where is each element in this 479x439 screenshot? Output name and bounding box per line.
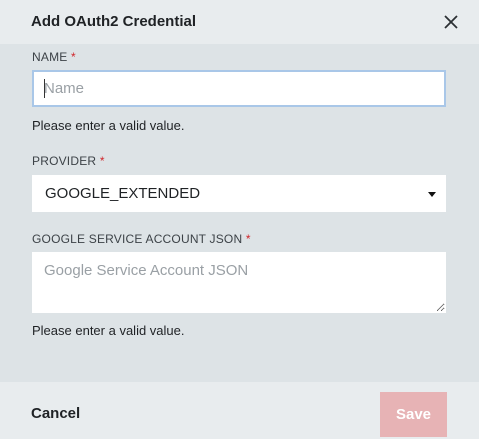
close-icon-glyph — [444, 15, 458, 29]
caret-down-icon — [428, 192, 436, 197]
close-icon[interactable] — [441, 12, 461, 32]
name-label-text: NAME — [32, 50, 68, 64]
dialog-footer: Cancel Save — [0, 382, 479, 439]
add-oauth2-credential-dialog: Add OAuth2 Credential NAME * Please ente… — [0, 0, 479, 439]
dialog-header: Add OAuth2 Credential — [0, 0, 479, 44]
name-required-marker: * — [71, 50, 76, 64]
provider-required-marker: * — [99, 154, 105, 168]
service-account-json-error-text: Please enter a valid value. — [32, 323, 185, 338]
save-button[interactable]: Save — [380, 392, 447, 437]
text-cursor — [44, 79, 45, 98]
provider-selected-value: GOOGLE_EXTENDED — [45, 185, 201, 202]
provider-label-text: PROVIDER — [32, 154, 97, 168]
provider-select[interactable]: GOOGLE_EXTENDED — [32, 175, 446, 212]
cancel-button[interactable]: Cancel — [31, 405, 80, 422]
dialog-title: Add OAuth2 Credential — [31, 13, 197, 30]
name-input[interactable] — [32, 70, 446, 107]
service-account-json-required-marker: * — [245, 232, 251, 246]
service-account-json-textarea[interactable] — [32, 252, 446, 313]
provider-label: PROVIDER * — [32, 154, 105, 168]
service-account-json-label: GOOGLE SERVICE ACCOUNT JSON * — [32, 232, 251, 246]
name-error-text: Please enter a valid value. — [32, 118, 185, 133]
name-label: NAME * — [32, 50, 76, 64]
service-account-json-label-text: GOOGLE SERVICE ACCOUNT JSON — [32, 232, 243, 246]
